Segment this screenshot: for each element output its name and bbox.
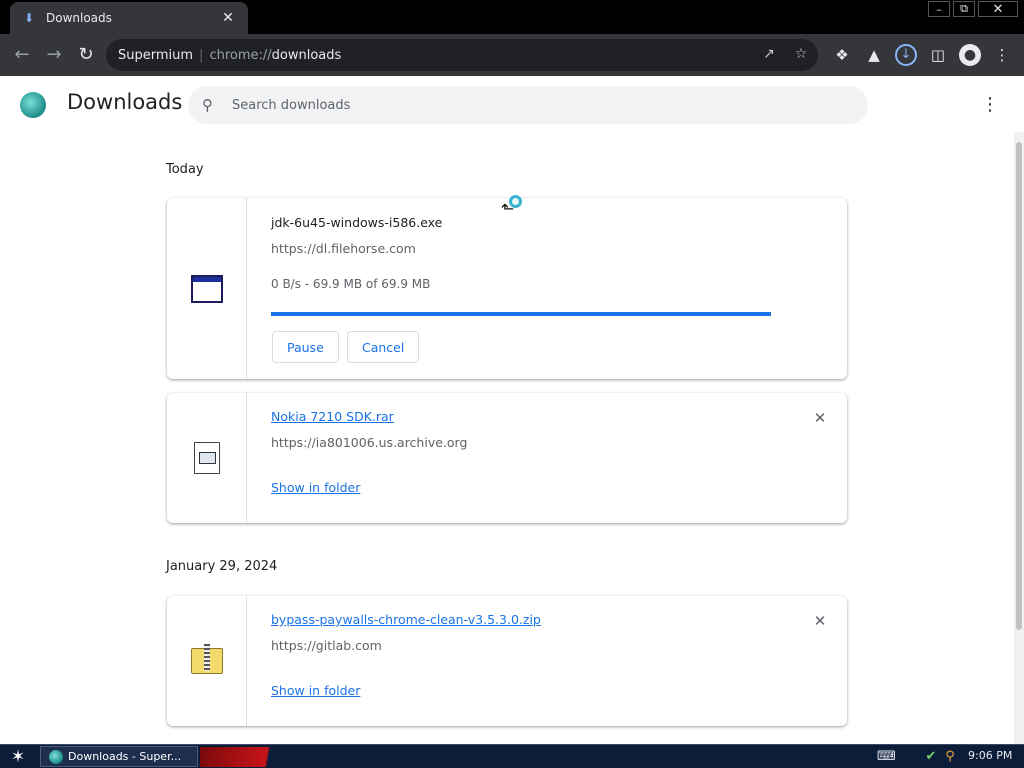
show-in-folder-link[interactable]: Show in folder (271, 480, 360, 495)
file-source-url: https://gitlab.com (271, 638, 382, 653)
more-actions-icon[interactable]: ⋮ (980, 94, 1000, 118)
downloads-header: Downloads ⚲ ⋮ (0, 76, 1024, 132)
magnifier-tray-icon[interactable]: ⚲ (942, 749, 958, 765)
download-item: jdk-6u45-windows-i586.exe https://dl.fil… (167, 198, 847, 379)
download-details: bypass-paywalls-chrome-clean-v3.5.3.0.zi… (271, 596, 847, 726)
labs-flask-icon[interactable]: ▲ (862, 43, 886, 67)
rar-file-icon (193, 442, 220, 474)
date-heading: January 29, 2024 (166, 559, 278, 574)
download-details: jdk-6u45-windows-i586.exe https://dl.fil… (271, 198, 847, 379)
search-box[interactable]: ⚲ (188, 86, 868, 124)
download-details: Nokia 7210 SDK.rar https://ia801006.us.a… (271, 393, 847, 523)
zip-file-icon (190, 644, 223, 674)
os-taskbar: ✶ Downloads - Super... ⌨ ✔ ⚲ 9:06 PM (0, 744, 1024, 768)
address-bar[interactable]: Supermium | chrome://downloads ↗ ☆ (106, 39, 818, 71)
extensions-puzzle-icon[interactable]: ❖ (830, 43, 854, 67)
tab-close-icon[interactable]: ✕ (220, 10, 236, 26)
tab-strip: ⬇ Downloads ✕ – ⧉ ✕ (0, 0, 1024, 34)
file-name-link[interactable]: bypass-paywalls-chrome-clean-v3.5.3.0.zi… (271, 612, 541, 627)
file-name: jdk-6u45-windows-i586.exe (271, 215, 443, 230)
download-item: bypass-paywalls-chrome-clean-v3.5.3.0.zi… (167, 596, 847, 726)
reload-icon[interactable]: ↻ (73, 42, 99, 68)
omnibox-host: Supermium (118, 47, 194, 63)
side-panel-icon[interactable]: ◫ (926, 43, 950, 67)
busy-spinner-icon (509, 195, 522, 208)
browser-toolbar: ← → ↻ Supermium | chrome://downloads ↗ ☆… (0, 34, 1024, 76)
share-icon[interactable]: ↗ (760, 46, 778, 62)
network-icon[interactable]: ✔ (923, 749, 939, 765)
scrollbar-thumb[interactable] (1016, 142, 1022, 630)
remove-item-close-icon[interactable]: ✕ (811, 612, 829, 630)
close-window-button[interactable]: ✕ (978, 1, 1018, 17)
remove-item-close-icon[interactable]: ✕ (811, 409, 829, 427)
search-icon: ⚲ (202, 96, 213, 114)
tab-downloads[interactable]: ⬇ Downloads ✕ (10, 2, 248, 34)
omnibox-separator: | (199, 47, 204, 63)
minimize-button[interactable]: – (928, 1, 950, 17)
download-status: 0 B/s - 69.9 MB of 69.9 MB (271, 277, 431, 291)
download-item: Nokia 7210 SDK.rar https://ia801006.us.a… (167, 393, 847, 523)
bookmark-star-icon[interactable]: ☆ (792, 46, 810, 62)
file-source-url: https://dl.filehorse.com (271, 241, 416, 256)
show-in-folder-link[interactable]: Show in folder (271, 683, 360, 698)
start-star-icon[interactable]: ✶ (6, 746, 30, 768)
page-title: Downloads (67, 90, 183, 114)
cancel-button[interactable]: Cancel (347, 331, 420, 363)
search-input[interactable] (232, 97, 832, 113)
taskbar-item-browser[interactable]: Downloads - Super... (40, 746, 198, 767)
download-toolbar-icon[interactable]: ↓ (895, 44, 917, 66)
download-icon: ⬇ (23, 11, 35, 25)
omnibox-path: downloads (271, 47, 342, 63)
progress-fill (271, 312, 771, 316)
taskbar-item-label: Downloads - Super... (68, 750, 182, 763)
download-progress-bar (271, 312, 771, 316)
forward-arrow-icon[interactable]: → (41, 42, 67, 68)
date-heading: Today (166, 162, 204, 177)
pause-button[interactable]: Pause (272, 331, 339, 363)
file-icon-column (167, 596, 247, 726)
scrollbar[interactable] (1014, 132, 1024, 744)
exe-file-icon (190, 274, 223, 303)
taskbar-clock: 9:06 PM (968, 749, 1013, 762)
browser-logo-icon (49, 749, 63, 764)
back-arrow-icon[interactable]: ← (9, 42, 35, 68)
file-source-url: https://ia801006.us.archive.org (271, 435, 468, 450)
file-icon-column (167, 198, 247, 379)
browser-logo-icon (20, 92, 46, 118)
tab-title: Downloads (46, 11, 112, 25)
keyboard-icon[interactable]: ⌨ (877, 749, 896, 765)
taskbar-decoration (200, 747, 310, 767)
file-icon-column (167, 393, 247, 523)
file-name-link[interactable]: Nokia 7210 SDK.rar (271, 409, 394, 424)
restore-button[interactable]: ⧉ (953, 1, 975, 17)
menu-kebab-icon[interactable]: ⋮ (990, 43, 1014, 67)
omnibox-scheme: chrome:// (209, 47, 272, 63)
profile-avatar-icon[interactable]: ● (959, 44, 981, 66)
